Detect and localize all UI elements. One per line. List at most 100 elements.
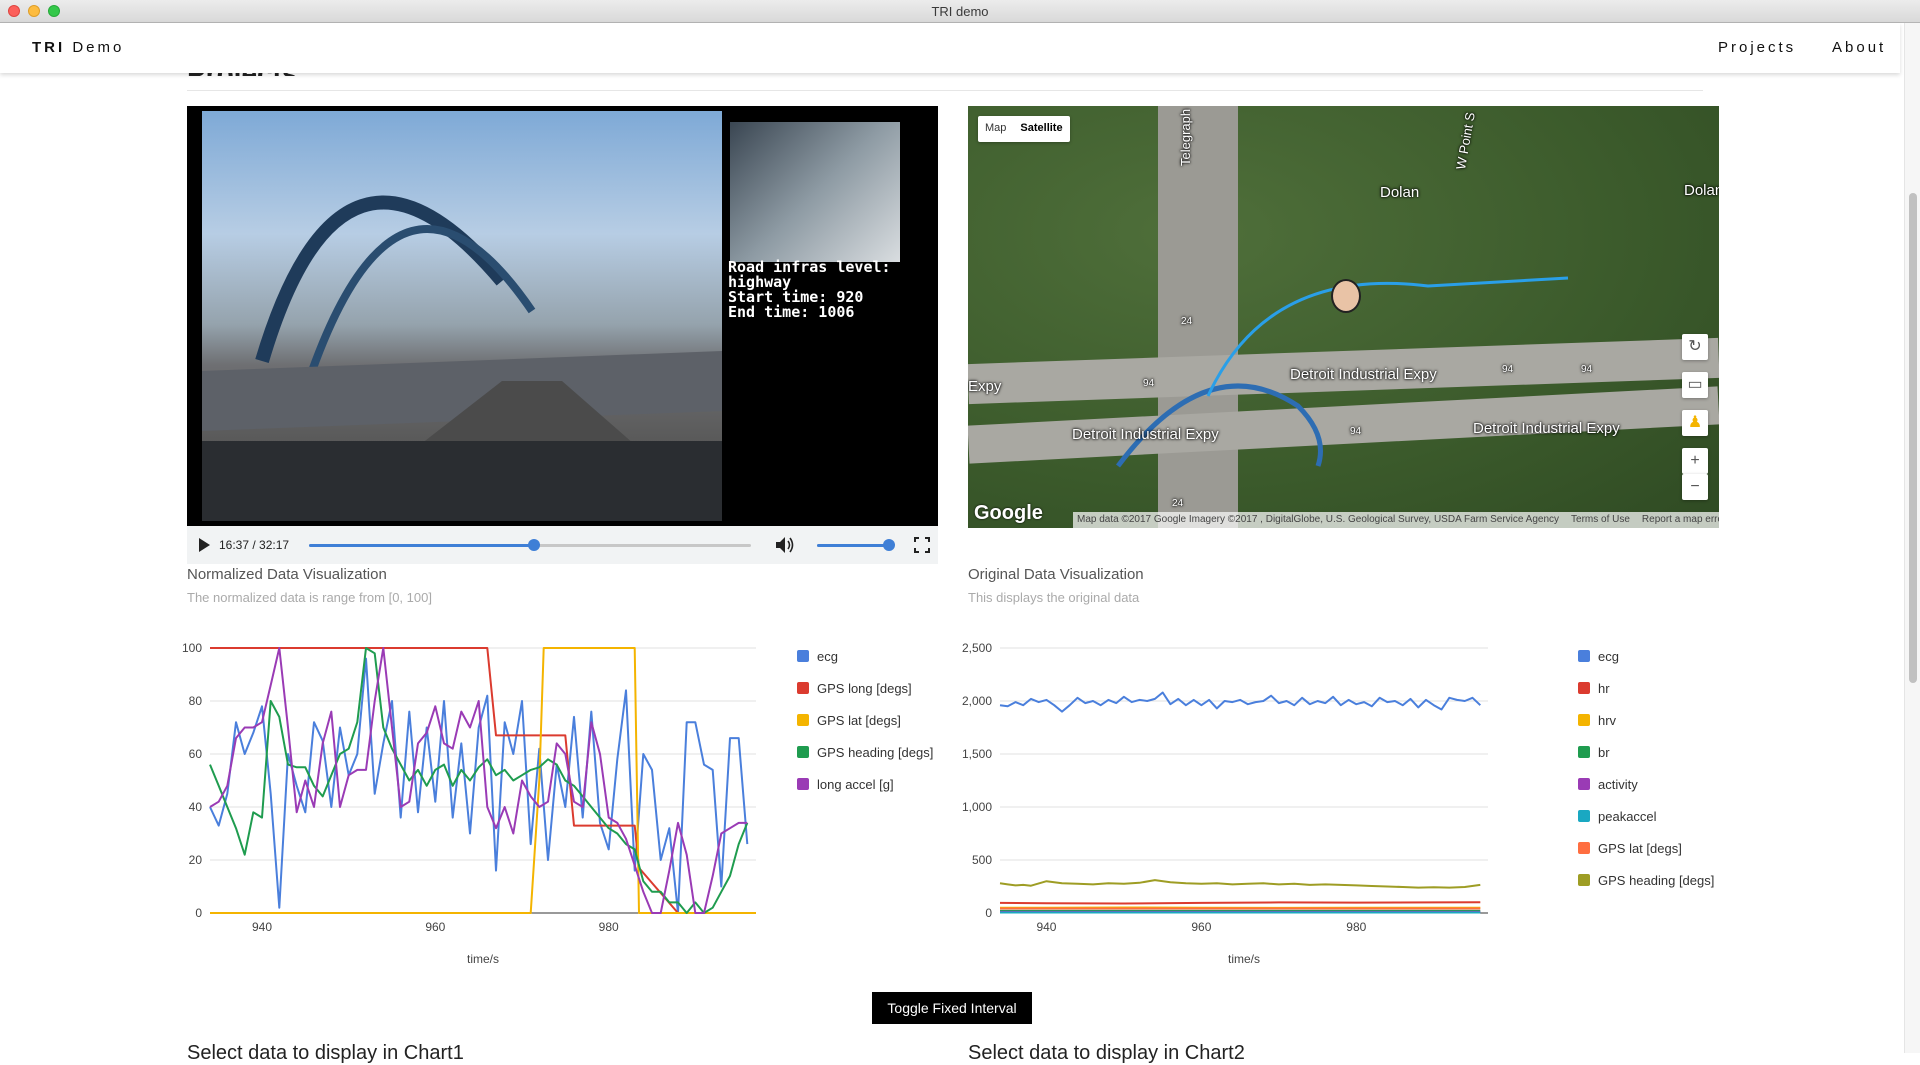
chart1-select-heading: Select data to display in Chart1 xyxy=(187,1042,464,1065)
legend-item[interactable]: GPS heading [degs] xyxy=(1578,873,1714,888)
volume-slider-knob[interactable] xyxy=(883,539,895,551)
x-tick-label: 980 xyxy=(1346,920,1366,934)
nav-projects-link[interactable]: Projects xyxy=(1718,39,1796,56)
x-axis-label: time/s xyxy=(1228,952,1260,966)
seek-bar-fill xyxy=(309,544,534,547)
street-view-pegman-icon[interactable]: ♟ xyxy=(1682,410,1708,436)
window-titlebar: TRI demo xyxy=(0,0,1920,23)
volume-icon[interactable] xyxy=(775,536,795,554)
tilt-map-icon[interactable]: ▭ xyxy=(1682,372,1708,398)
page-scrollbar[interactable] xyxy=(1904,23,1920,1053)
legend-swatch xyxy=(797,682,809,694)
y-tick-label: 1,500 xyxy=(962,747,992,761)
legend-item[interactable]: GPS lat [degs] xyxy=(1578,841,1682,856)
zoom-out-button[interactable]: − xyxy=(1682,474,1708,500)
legend-swatch xyxy=(1578,810,1590,822)
legend-label: ecg xyxy=(1598,649,1619,664)
legend-item[interactable]: hr xyxy=(1578,681,1610,696)
legend-item[interactable]: GPS heading [degs] xyxy=(797,745,933,760)
y-tick-label: 0 xyxy=(195,906,202,920)
legend-label: GPS lat [degs] xyxy=(817,713,901,728)
legend-label: GPS heading [degs] xyxy=(1598,873,1714,888)
terms-of-use-link[interactable]: Terms of Use xyxy=(1571,512,1630,528)
left-section-subtitle: The normalized data is range from [0, 10… xyxy=(187,590,432,605)
brand-bold: TRI xyxy=(32,39,65,56)
video-overlay-text: Road infras level: highway Start time: 9… xyxy=(728,260,938,320)
map-label-expy-4: Expy xyxy=(968,378,1001,395)
legend-swatch xyxy=(1578,714,1590,726)
legend-label: hr xyxy=(1598,681,1610,696)
map-shield-94d: 94 xyxy=(1581,364,1592,375)
legend-item[interactable]: GPS long [degs] xyxy=(797,681,912,696)
legend-label: hrv xyxy=(1598,713,1617,728)
satellite-map[interactable]: Map Satellite Telegraph W Point S Dolan … xyxy=(968,106,1719,528)
volume-slider[interactable] xyxy=(817,544,889,547)
google-logo: Google xyxy=(974,502,1043,525)
legend-item[interactable]: br xyxy=(1578,745,1610,760)
legend-swatch xyxy=(1578,842,1590,854)
map-label-telegraph: Telegraph xyxy=(1178,109,1193,166)
overlay-end-time: End time: 1006 xyxy=(728,305,938,320)
map-shield-24b: 24 xyxy=(1172,498,1183,509)
heading-divider xyxy=(187,90,1703,91)
driver-position-marker[interactable] xyxy=(1331,279,1361,313)
map-shield-94c: 94 xyxy=(1350,426,1361,437)
scrollbar-thumb[interactable] xyxy=(1909,193,1917,683)
x-tick-label: 960 xyxy=(425,920,445,934)
map-shield-24: 24 xyxy=(1181,316,1192,327)
window-title: TRI demo xyxy=(0,4,1920,19)
y-tick-label: 500 xyxy=(972,853,992,867)
map-shield-94b: 94 xyxy=(1502,364,1513,375)
legend-swatch xyxy=(1578,682,1590,694)
legend-item[interactable]: hrv xyxy=(1578,713,1617,728)
legend-item[interactable]: activity xyxy=(1578,777,1638,792)
nav-about-link[interactable]: About xyxy=(1832,39,1886,56)
legend-label: activity xyxy=(1598,777,1638,792)
y-tick-label: 2,500 xyxy=(962,641,992,655)
legend-label: GPS lat [degs] xyxy=(1598,841,1682,856)
dashcam-frame xyxy=(202,111,722,521)
legend-label: GPS heading [degs] xyxy=(817,745,933,760)
report-map-error-link[interactable]: Report a map error xyxy=(1642,512,1719,528)
series-line xyxy=(1000,693,1480,712)
y-tick-label: 2,000 xyxy=(962,694,992,708)
overlay-road-level: Road infras level: highway xyxy=(728,260,938,290)
driver-camera-frame xyxy=(730,122,900,262)
seek-bar[interactable] xyxy=(309,544,751,547)
legend-swatch xyxy=(1578,778,1590,790)
series-line xyxy=(1000,880,1480,888)
legend-swatch xyxy=(1578,746,1590,758)
right-section-title: Original Data Visualization xyxy=(968,566,1144,583)
zoom-in-button[interactable]: + xyxy=(1682,448,1708,474)
x-tick-label: 980 xyxy=(599,920,619,934)
legend-item[interactable]: ecg xyxy=(797,649,838,664)
map-label-expy-1: Detroit Industrial Expy xyxy=(1290,366,1437,383)
map-label-expy-2: Detroit Industrial Expy xyxy=(1072,426,1219,443)
legend-swatch xyxy=(797,714,809,726)
legend-label: ecg xyxy=(817,649,838,664)
bridge-arch-graphic xyxy=(202,111,722,521)
brand-logo[interactable]: TRI Demo xyxy=(32,39,124,56)
y-tick-label: 80 xyxy=(189,694,203,708)
map-tab-map[interactable]: Map xyxy=(978,116,1013,142)
toggle-fixed-interval-button[interactable]: Toggle Fixed Interval xyxy=(872,992,1032,1024)
play-icon[interactable] xyxy=(199,538,210,552)
seek-bar-knob[interactable] xyxy=(528,539,540,551)
video-player[interactable]: Road infras level: highway Start time: 9… xyxy=(187,106,938,526)
map-label-dolan-2: Dolan xyxy=(1684,182,1719,199)
map-route-overlay xyxy=(968,106,1719,528)
legend-item[interactable]: GPS lat [degs] xyxy=(797,713,901,728)
x-axis-label: time/s xyxy=(467,952,499,966)
video-controls: 16:37 / 32:17 xyxy=(187,526,938,564)
legend-item[interactable]: ecg xyxy=(1578,649,1619,664)
x-tick-label: 960 xyxy=(1191,920,1211,934)
map-tab-satellite[interactable]: Satellite xyxy=(1013,116,1069,142)
legend-swatch xyxy=(797,650,809,662)
fullscreen-icon[interactable] xyxy=(914,537,930,553)
legend-item[interactable]: long accel [g] xyxy=(797,777,894,792)
navbar: TRI Demo Projects About xyxy=(0,23,1900,73)
right-section-subtitle: This displays the original data xyxy=(968,590,1139,605)
legend-item[interactable]: peakaccel xyxy=(1578,809,1657,824)
y-tick-label: 40 xyxy=(189,800,203,814)
rotate-map-icon[interactable]: ↻ xyxy=(1682,334,1708,360)
